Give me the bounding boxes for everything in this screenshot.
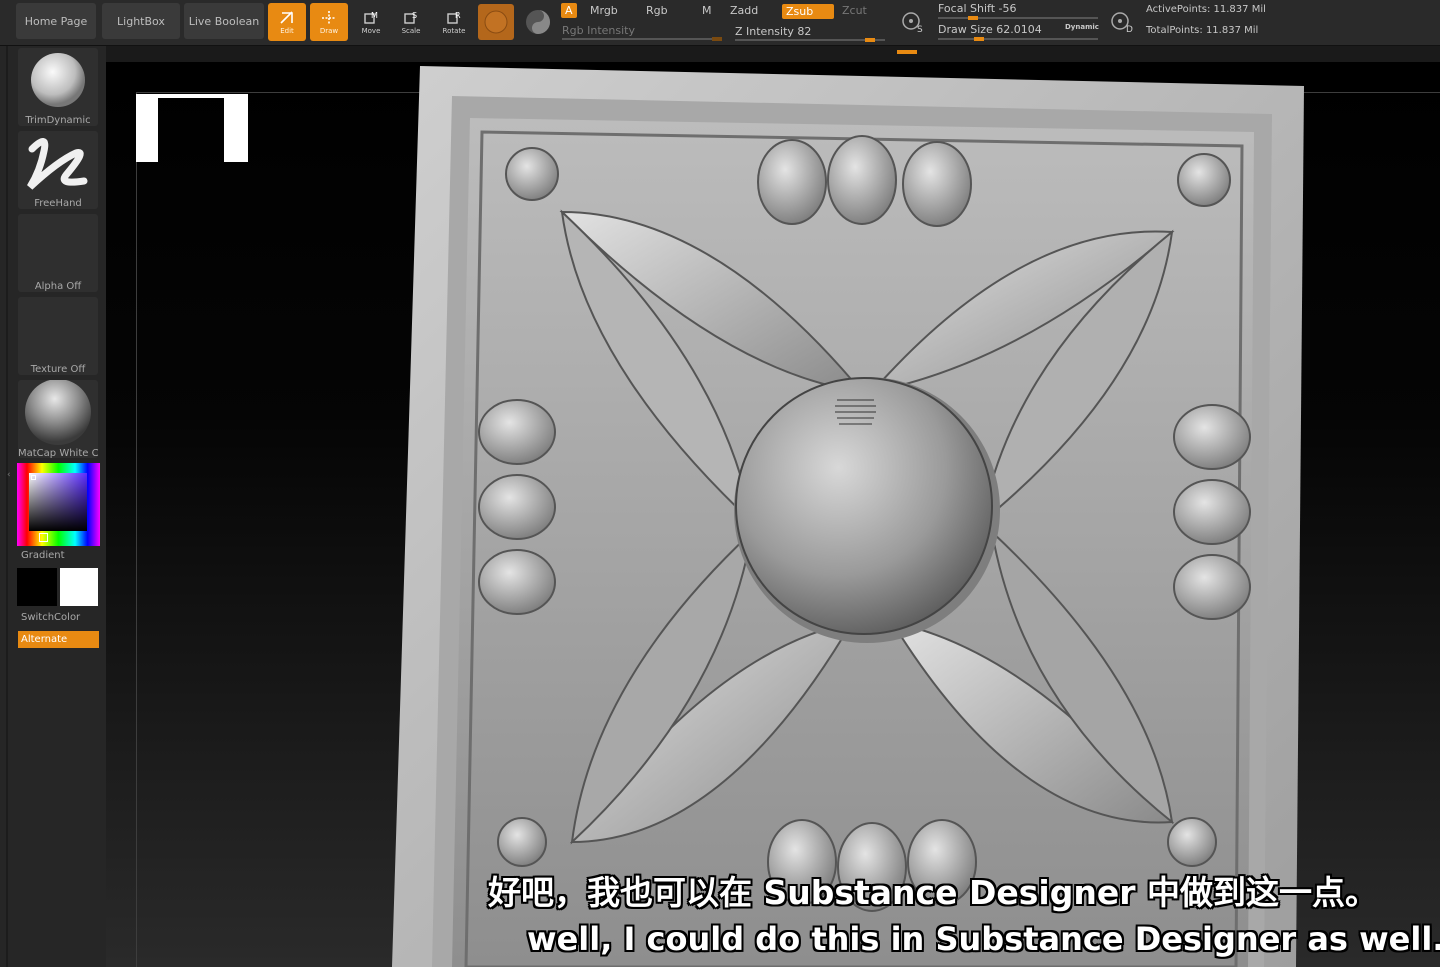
zadd-toggle[interactable]: Zadd (730, 4, 758, 17)
z-intensity-slider[interactable]: Z Intensity 82 (735, 25, 811, 38)
draw-tool-button[interactable]: Draw (310, 3, 348, 41)
mrgb-toggle[interactable]: Mrgb (590, 4, 618, 17)
stroke-label: FreeHand (34, 198, 82, 209)
svg-text:R: R (455, 11, 461, 20)
svg-text:S: S (412, 11, 417, 20)
draw-label: Draw (319, 27, 339, 35)
svg-text:S: S (917, 25, 923, 35)
draw-size-slider[interactable]: Draw Size 62.0104 (938, 23, 1042, 36)
focal-shift-track[interactable] (938, 16, 1098, 20)
white-bar-right (224, 94, 248, 162)
rotate-label: Rotate (442, 27, 466, 35)
move-label: Move (361, 27, 381, 35)
rgb-intensity-track[interactable] (562, 37, 722, 41)
svg-text:M: M (371, 11, 378, 20)
dynamic-d-icon[interactable]: D (1108, 7, 1136, 39)
white-bar-left (136, 94, 158, 162)
z-intensity-indicator (897, 50, 917, 54)
shelf-collapse-arrow-icon[interactable]: ‹ (7, 470, 13, 488)
a-toggle[interactable]: A (561, 3, 577, 18)
scale-label: Scale (401, 27, 421, 35)
focal-shift-slider[interactable]: Focal Shift -56 (938, 2, 1016, 15)
m-toggle[interactable]: M (702, 4, 712, 17)
subtitle-chinese: 好吧，我也可以在 Substance Designer 中做到这一点。 (488, 873, 1378, 912)
switch-color-button[interactable]: SwitchColor (21, 612, 101, 623)
zsub-toggle[interactable]: Zsub (782, 4, 834, 19)
z-intensity-track[interactable] (735, 38, 885, 42)
alpha-label: Alpha Off (34, 281, 82, 292)
edit-label: Edit (280, 27, 294, 35)
sphere-icon (484, 10, 508, 34)
color-picker-square[interactable] (29, 473, 87, 531)
edit-tool-button[interactable]: Edit (268, 3, 306, 41)
dynamic-toggle[interactable]: Dynamic (1065, 23, 1099, 31)
move-icon: M (364, 11, 378, 24)
total-points-readout: TotalPoints: 11.837 Mil (1146, 25, 1259, 36)
rgb-intensity-slider[interactable]: Rgb Intensity (562, 24, 635, 37)
sculpted-ornament-panel[interactable] (392, 62, 1312, 967)
canvas-border-top-right (1301, 92, 1440, 93)
svg-text:D: D (1126, 25, 1133, 35)
white-bar-top (158, 94, 224, 98)
zcut-toggle[interactable]: Zcut (842, 4, 867, 17)
scale-icon: S (404, 11, 417, 24)
lightbox-label: LightBox (117, 14, 165, 28)
top-toolbar: Home Page LightBox Live Boolean Edit Dra… (0, 0, 1440, 54)
scale-tool-button[interactable]: S Scale (392, 3, 430, 41)
active-points-readout: ActivePoints: 11.837 Mil (1146, 4, 1266, 15)
lightbox-button[interactable]: LightBox (102, 3, 180, 39)
hue-cursor[interactable] (39, 533, 48, 542)
draw-size-track[interactable] (938, 37, 1098, 41)
subtitle-english: well, I could do this in Substance Desig… (527, 920, 1440, 958)
rotate-icon: R (447, 11, 461, 24)
rotate-tool-button[interactable]: R Rotate (435, 3, 473, 41)
rgb-toggle[interactable]: Rgb (646, 4, 668, 17)
main-color-swatch[interactable] (17, 568, 57, 606)
matcap-sphere-icon (25, 379, 91, 445)
live-boolean-button[interactable]: Live Boolean (184, 3, 264, 39)
canvas-border-left (136, 92, 137, 967)
material-slot[interactable] (18, 379, 98, 458)
home-page-label: Home Page (24, 14, 88, 28)
alternate-button[interactable]: Alternate (18, 631, 99, 648)
color-picker[interactable] (17, 463, 100, 546)
gradient-label: Gradient (21, 550, 65, 561)
move-tool-button[interactable]: M Move (352, 3, 390, 41)
material-label: MatCap White C (18, 448, 98, 459)
live-boolean-label: Live Boolean (188, 14, 260, 28)
home-page-button[interactable]: Home Page (16, 3, 96, 39)
secondary-color-swatch[interactable] (60, 568, 98, 606)
yin-yang-icon[interactable] (524, 8, 552, 40)
texture-label: Texture Off (30, 364, 86, 375)
shelf-divider (6, 46, 8, 967)
canvas-border-top (136, 92, 426, 93)
material-sphere-button[interactable] (478, 4, 514, 40)
brush-sphere-icon (31, 53, 85, 107)
draw-icon (322, 11, 336, 25)
freehand-stroke-icon (27, 138, 88, 190)
color-picker-cursor[interactable] (31, 475, 36, 480)
focal-s-icon[interactable]: S (899, 7, 927, 39)
edit-icon (280, 11, 293, 24)
brush-label: TrimDynamic (25, 115, 91, 126)
